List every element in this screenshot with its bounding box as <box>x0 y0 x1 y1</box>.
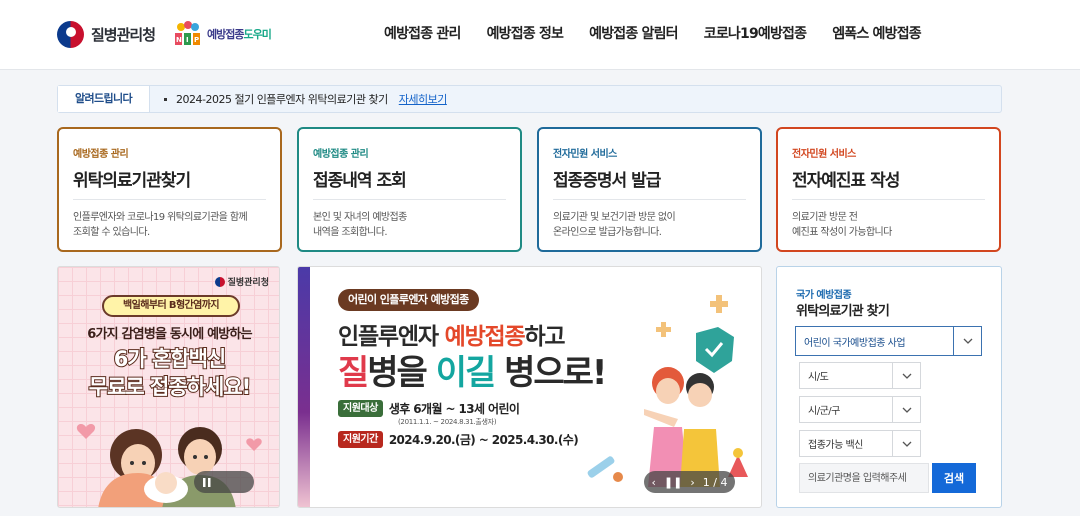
carousel-prev-icon[interactable]: ‹ <box>652 476 656 489</box>
target-value: 생후 6개월 ~ 13세 어린이 <box>388 402 520 416</box>
card-title: 전자예진표 작성 <box>792 166 985 200</box>
main-nav: 예방접종 관리 예방접종 정보 예방접종 알림터 코로나19예방접종 엠폭스 예… <box>384 23 922 43</box>
banner-headline: 6가 혼합백신 <box>113 346 228 372</box>
card-description: 본인 및 자녀의 예방접종 내역을 조회합니다. <box>313 212 407 238</box>
notice-text[interactable]: 2024-2025 절기 인플루엔자 위탁의료기관 찾기 <box>176 91 388 107</box>
target-label: 지원대상 <box>338 400 383 417</box>
taegeuk-icon <box>57 21 84 48</box>
nav-covid19[interactable]: 코로나19예방접종 <box>704 23 807 43</box>
chevron-down-icon <box>892 363 920 388</box>
card-category: 전자민원 서비스 <box>792 149 856 160</box>
card-description: 의료기관 및 보건기관 방문 없이 온라인으로 발급가능합니다. <box>553 212 676 238</box>
card-category: 전자민원 서비스 <box>553 149 617 160</box>
banner-pill: 백일해부터 B형간염까지 <box>102 295 240 317</box>
card-vaccination-history[interactable]: 예방접종 관리 접종내역 조회 본인 및 자녀의 예방접종 내역을 조회합니다. <box>297 127 522 252</box>
vaccine-select-value: 접종가능 백신 <box>808 440 863 451</box>
bullet-icon <box>164 97 167 101</box>
card-title: 위탁의료기관찾기 <box>73 166 266 200</box>
period-row: 지원기간 2024.9.20.(금) ~ 2025.4.30.(수) <box>338 431 579 448</box>
taegeuk-icon <box>214 276 225 287</box>
chevron-down-icon <box>892 397 920 422</box>
program-select[interactable]: 어린이 국가예방접종 사업 <box>795 326 982 356</box>
chevron-down-icon <box>953 327 981 355</box>
slogan-part: 이길 <box>435 353 497 393</box>
slogan-part: 질 <box>338 353 369 393</box>
banner-pause-button[interactable] <box>194 471 254 493</box>
search-button[interactable]: 검색 <box>932 463 976 493</box>
svg-text:I: I <box>186 36 189 44</box>
nav-mpox[interactable]: 엠폭스 예방접종 <box>832 23 921 43</box>
slogan-part: 병을 <box>367 353 436 393</box>
card-certificate[interactable]: 전자민원 서비스 접종증명서 발급 의료기관 및 보건기관 방문 없이 온라인으… <box>537 127 762 252</box>
nav-vaccination-alerts[interactable]: 예방접종 알림터 <box>589 23 678 43</box>
card-category: 예방접종 관리 <box>73 149 129 160</box>
service-logo-main: 예방접종 <box>207 28 244 41</box>
children-superhero-illustration <box>587 295 748 487</box>
card-find-clinic[interactable]: 예방접종 관리 위탁의료기관찾기 인플루엔자와 코로나19 위탁의료기관을 함께… <box>57 127 282 252</box>
card-description: 의료기관 방문 전 예진표 작성이 가능합니다 <box>792 212 892 238</box>
banner-headline-2: 무료로 접종하세요! <box>88 374 252 400</box>
district-select-value: 시/군/구 <box>808 406 840 417</box>
nip-mark-icon: N I P <box>173 21 203 47</box>
banner-kdca-logo: 질병관리청 <box>214 275 269 288</box>
nav-vaccination-info[interactable]: 예방접종 정보 <box>487 23 564 43</box>
period-value: 2024.9.20.(금) ~ 2025.4.30.(수) <box>388 433 579 447</box>
parents-baby-illustration <box>76 424 262 507</box>
kdca-logo[interactable]: 질병관리청 <box>57 21 156 48</box>
card-description: 인플루엔자와 코로나19 위탁의료기관을 함께 조회할 수 있습니다. <box>73 212 248 238</box>
card-category: 예방접종 관리 <box>313 149 369 160</box>
hexavalent-vaccine-banner[interactable]: 질병관리청 백일해부터 B형간염까지 6가지 감염병을 동시에 예방하는 6가 … <box>57 266 280 508</box>
province-select[interactable]: 시/도 <box>799 362 921 389</box>
card-title: 접종내역 조회 <box>313 166 506 200</box>
site-header: 질병관리청 N I P 예방접종도우미 예방접종 관리 예방접종 정보 예방접종… <box>0 0 1080 70</box>
carousel-next-icon[interactable]: › <box>690 476 694 489</box>
panel-subtitle: 국가 예방접종 <box>796 290 852 301</box>
nav-vaccination-management[interactable]: 예방접종 관리 <box>384 23 461 43</box>
service-logo-accent: 도우미 <box>243 28 271 41</box>
banner-line1: 6가지 감염병을 동시에 예방하는 <box>87 327 252 342</box>
carousel-pause-icon[interactable]: ❚❚ <box>664 476 682 489</box>
banner-tag: 어린이 인플루엔자 예방접종 <box>338 289 479 311</box>
banner-logo-text: 질병관리청 <box>227 278 269 288</box>
carousel-controls: ‹ ❚❚ › 1 / 4 <box>644 471 735 493</box>
child-flu-banner[interactable]: 어린이 인플루엔자 예방접종 인플루엔자 예방접종하고 질병을 이길 병으로! … <box>297 266 762 508</box>
service-logo-text: 예방접종도우미 <box>207 26 272 42</box>
clinic-name-input[interactable] <box>799 463 929 493</box>
carousel-pager: 1 / 4 <box>702 475 728 489</box>
province-select-value: 시/도 <box>808 372 829 383</box>
district-select[interactable]: 시/군/구 <box>799 396 921 423</box>
chevron-down-icon <box>892 431 920 456</box>
clinic-search-panel: 국가 예방접종 위탁의료기관 찾기 어린이 국가예방접종 사업 시/도 시/군/… <box>776 266 1002 508</box>
svg-text:N: N <box>176 36 182 44</box>
pause-icon <box>203 477 211 487</box>
vaccine-select[interactable]: 접종가능 백신 <box>799 430 921 457</box>
program-select-value: 어린이 국가예방접종 사업 <box>804 337 906 349</box>
target-note: (2011.1.1. ~ 2024.8.31.출생자) <box>398 418 497 426</box>
service-logo[interactable]: N I P 예방접종도우미 <box>173 21 272 47</box>
card-e-screening[interactable]: 전자민원 서비스 전자예진표 작성 의료기관 방문 전 예진표 작성이 가능합니… <box>776 127 1001 252</box>
notice-detail-link[interactable]: 자세히보기 <box>399 91 448 107</box>
panel-title: 위탁의료기관 찾기 <box>796 304 890 319</box>
banner-side-strip <box>298 267 310 507</box>
svg-text:P: P <box>194 36 199 44</box>
card-title: 접종증명서 발급 <box>553 166 746 200</box>
notice-bar: 알려드립니다 2024-2025 절기 인플루엔자 위탁의료기관 찾기 자세히보… <box>57 85 1002 113</box>
kdca-logo-text: 질병관리청 <box>91 26 156 44</box>
period-label: 지원기간 <box>338 431 383 448</box>
banner-slogan: 질병을 이길 병으로! <box>338 345 607 394</box>
notice-label: 알려드립니다 <box>58 86 150 112</box>
target-row: 지원대상 생후 6개월 ~ 13세 어린이 <box>338 400 520 417</box>
